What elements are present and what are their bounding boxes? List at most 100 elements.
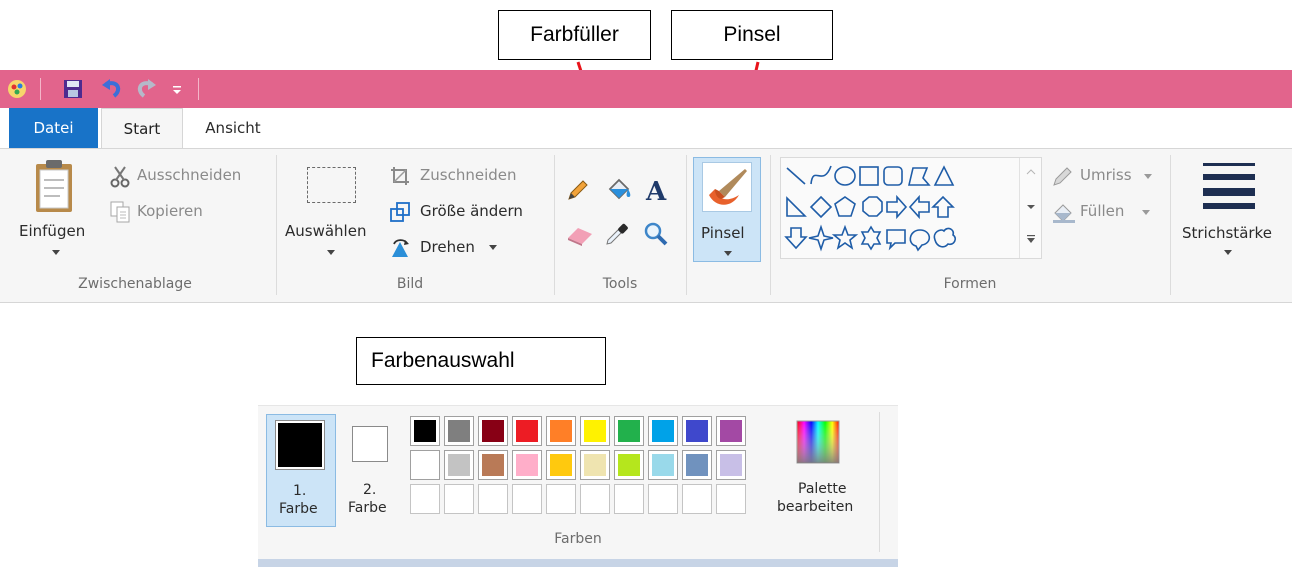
color-swatch[interactable] bbox=[614, 416, 644, 446]
custom-color-slot[interactable] bbox=[478, 484, 508, 514]
paint-app-icon[interactable] bbox=[6, 78, 28, 100]
custom-color-slot[interactable] bbox=[614, 484, 644, 514]
custom-color-slot[interactable] bbox=[716, 484, 746, 514]
color-swatch[interactable] bbox=[512, 416, 542, 446]
custom-color-slot[interactable] bbox=[648, 484, 678, 514]
custom-color-slot[interactable] bbox=[580, 484, 610, 514]
oval-callout-shape-icon[interactable] bbox=[909, 229, 931, 252]
cut-icon[interactable] bbox=[110, 166, 130, 188]
custom-color-slot[interactable] bbox=[512, 484, 542, 514]
color-swatch[interactable] bbox=[614, 450, 644, 480]
color-swatch[interactable] bbox=[682, 450, 712, 480]
rotate-dropdown-icon[interactable] bbox=[489, 245, 497, 250]
fill-dropdown-icon[interactable] bbox=[1142, 210, 1150, 215]
right-arrow-shape-icon[interactable] bbox=[886, 194, 908, 220]
color-swatch[interactable] bbox=[546, 450, 576, 480]
up-arrow-shape-icon[interactable] bbox=[931, 195, 955, 218]
copy-icon[interactable] bbox=[110, 201, 130, 223]
outline-dropdown-icon[interactable] bbox=[1144, 174, 1152, 179]
polygon-shape-icon[interactable] bbox=[907, 167, 931, 186]
resize-button[interactable]: Größe ändern bbox=[420, 202, 523, 220]
stroke-size-icon[interactable] bbox=[1203, 163, 1255, 209]
color-swatch[interactable] bbox=[444, 416, 474, 446]
text-icon[interactable]: A bbox=[643, 176, 669, 204]
color-swatch[interactable] bbox=[478, 450, 508, 480]
rounded-rectangle-shape-icon[interactable] bbox=[883, 166, 903, 186]
shapes-expand-icon[interactable] bbox=[1026, 234, 1036, 244]
curve-shape-icon[interactable] bbox=[810, 165, 832, 185]
color-swatch[interactable] bbox=[410, 416, 440, 446]
oval-shape-icon[interactable] bbox=[834, 166, 856, 186]
paste-icon[interactable] bbox=[34, 158, 74, 214]
crop-icon[interactable] bbox=[390, 166, 410, 186]
color2-button[interactable]: 2. Farbe bbox=[346, 414, 398, 527]
undo-icon[interactable] bbox=[100, 78, 124, 100]
custom-color-slot[interactable] bbox=[410, 484, 440, 514]
color-swatch[interactable] bbox=[716, 416, 746, 446]
select-button[interactable]: Auswählen bbox=[285, 222, 366, 240]
color-swatch[interactable] bbox=[682, 416, 712, 446]
rectangle-shape-icon[interactable] bbox=[859, 166, 879, 186]
outline-icon[interactable] bbox=[1052, 167, 1074, 187]
tab-file[interactable]: Datei bbox=[9, 108, 98, 148]
paste-button[interactable]: Einfügen bbox=[19, 222, 85, 240]
color-swatch[interactable] bbox=[444, 450, 474, 480]
left-arrow-shape-icon[interactable] bbox=[908, 194, 930, 220]
magnifier-icon[interactable] bbox=[643, 221, 669, 247]
down-arrow-shape-icon[interactable] bbox=[784, 227, 808, 250]
tab-start[interactable]: Start bbox=[101, 108, 183, 149]
color-swatch[interactable] bbox=[648, 450, 678, 480]
fill-icon[interactable] bbox=[1052, 203, 1076, 223]
fill-with-color-icon[interactable] bbox=[604, 175, 632, 203]
color-swatch[interactable] bbox=[580, 416, 610, 446]
color-swatch[interactable] bbox=[580, 450, 610, 480]
cloud-callout-shape-icon[interactable] bbox=[933, 227, 956, 248]
paste-dropdown-icon[interactable] bbox=[52, 250, 60, 255]
tab-view[interactable]: Ansicht bbox=[188, 108, 278, 148]
select-dropdown-icon[interactable] bbox=[327, 250, 335, 255]
pentagon-shape-icon[interactable] bbox=[834, 196, 856, 217]
edit-colors-button[interactable]: Palette bearbeiten bbox=[776, 420, 866, 520]
four-point-star-shape-icon[interactable] bbox=[808, 224, 834, 252]
eraser-icon[interactable] bbox=[566, 222, 594, 246]
rotate-button[interactable]: Drehen bbox=[420, 238, 475, 256]
custom-color-slot[interactable] bbox=[546, 484, 576, 514]
copy-button[interactable]: Kopieren bbox=[137, 202, 203, 220]
color-swatch[interactable] bbox=[410, 450, 440, 480]
custom-color-slot[interactable] bbox=[682, 484, 712, 514]
cut-button[interactable]: Ausschneiden bbox=[137, 166, 241, 184]
five-point-star-shape-icon[interactable] bbox=[831, 224, 859, 250]
rounded-callout-shape-icon[interactable] bbox=[886, 229, 906, 251]
save-icon[interactable] bbox=[62, 78, 84, 100]
resize-icon[interactable] bbox=[390, 202, 410, 222]
outline-button[interactable]: Umriss bbox=[1080, 166, 1132, 184]
select-icon[interactable] bbox=[307, 167, 356, 203]
brushes-button[interactable]: Pinsel bbox=[693, 157, 761, 262]
color-swatch[interactable] bbox=[546, 416, 576, 446]
color-picker-icon[interactable] bbox=[604, 221, 630, 247]
hexagon-shape-icon[interactable] bbox=[862, 196, 883, 217]
pencil-icon[interactable] bbox=[566, 178, 590, 202]
color1-button[interactable]: 1. Farbe bbox=[266, 414, 336, 527]
line-shape-icon[interactable] bbox=[786, 167, 806, 185]
triangle-shape-icon[interactable] bbox=[933, 165, 955, 186]
shapes-scroll-down-icon[interactable] bbox=[1026, 203, 1036, 211]
color-swatch[interactable] bbox=[716, 450, 746, 480]
crop-button[interactable]: Zuschneiden bbox=[420, 166, 517, 184]
custom-color-slot[interactable] bbox=[444, 484, 474, 514]
redo-icon[interactable] bbox=[134, 78, 158, 100]
customize-quick-access-icon[interactable] bbox=[170, 78, 184, 100]
rotate-icon[interactable] bbox=[390, 238, 412, 258]
color-swatch[interactable] bbox=[478, 416, 508, 446]
diamond-shape-icon[interactable] bbox=[809, 195, 833, 219]
color-swatch[interactable] bbox=[512, 450, 542, 480]
shapes-scroll-up-icon[interactable] bbox=[1026, 168, 1036, 176]
fill-button[interactable]: Füllen bbox=[1080, 202, 1124, 220]
stroke-size-dropdown-icon[interactable] bbox=[1224, 250, 1232, 255]
color-swatch[interactable] bbox=[648, 416, 678, 446]
stroke-size-button[interactable]: Strichstärke bbox=[1182, 224, 1272, 242]
shapes-scrollbar[interactable] bbox=[1019, 158, 1042, 258]
shapes-gallery[interactable] bbox=[780, 157, 1042, 259]
right-triangle-shape-icon[interactable] bbox=[786, 196, 807, 217]
six-point-star-shape-icon[interactable] bbox=[860, 225, 882, 251]
